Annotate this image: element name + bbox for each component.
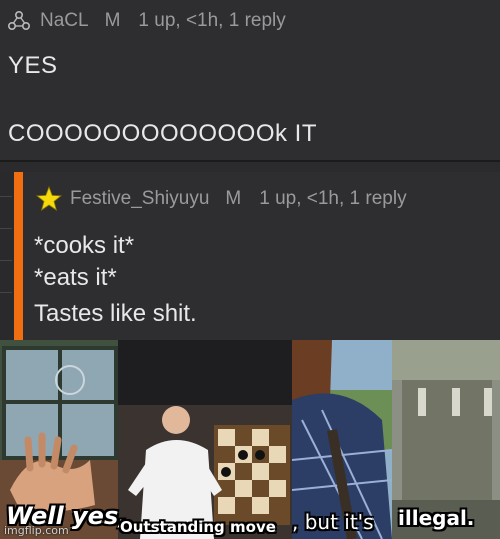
- comment-header: NaCL M 1 up, <1h, 1 reply: [6, 8, 286, 34]
- comment-line: YES: [8, 52, 58, 79]
- meme-caption: Outstanding move: [120, 518, 276, 536]
- comment-nacl: NaCL M 1 up, <1h, 1 reply YES COOOOOOOOO…: [0, 0, 500, 162]
- mod-badge: M: [225, 188, 242, 209]
- comment-festive-shiyuyu: Festive_Shiyuyu M 1 up, <1h, 1 reply *co…: [0, 172, 500, 340]
- meme-panel-chess: [118, 340, 292, 539]
- reply-accent-bar: [14, 172, 23, 340]
- comment-meta: 1 up, <1h, 1 reply: [138, 10, 286, 31]
- comment-line: Tastes like shit.: [34, 300, 197, 327]
- star-icon: [36, 186, 62, 211]
- comment-line: *eats it*: [34, 264, 117, 291]
- meme-image: Well yes, Outstanding move , but it's il…: [0, 340, 500, 539]
- comment-meta: 1 up, <1h, 1 reply: [259, 188, 407, 209]
- molecule-icon: [7, 10, 30, 31]
- reply-gutter: [0, 172, 14, 340]
- meme-caption: , but it's: [292, 510, 374, 534]
- comment-line: *cooks it*: [34, 232, 135, 259]
- watermark: imgflip.com: [4, 524, 69, 537]
- comment-header: Festive_Shiyuyu M 1 up, <1h, 1 reply: [36, 186, 407, 212]
- comment-line: COOOOOOOOOOOOOk IT: [8, 120, 318, 147]
- mod-badge: M: [104, 10, 121, 31]
- username[interactable]: NaCL: [40, 10, 89, 32]
- meme-caption: illegal.: [398, 506, 475, 530]
- username[interactable]: Festive_Shiyuyu: [70, 188, 209, 210]
